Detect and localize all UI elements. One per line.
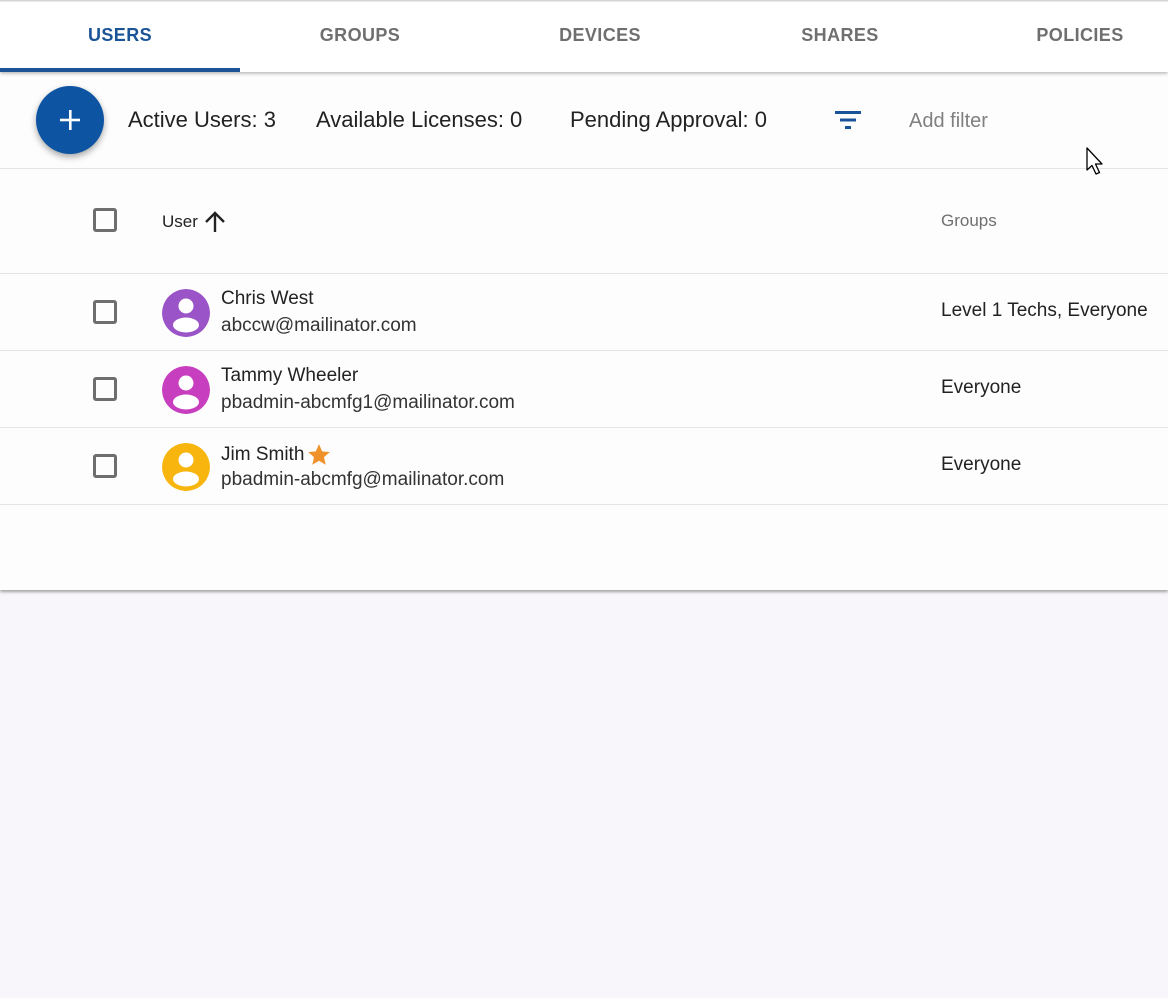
tab-bar: USERS GROUPS DEVICES SHARES POLICIES bbox=[0, 0, 1168, 72]
table-row[interactable]: Chris West abccw@mailinator.com Level 1 … bbox=[0, 274, 1168, 351]
user-avatar-icon bbox=[162, 289, 210, 337]
avatar bbox=[162, 289, 210, 337]
tab-users[interactable]: USERS bbox=[0, 0, 240, 72]
add-user-button[interactable] bbox=[36, 86, 104, 154]
user-email: abccw@mailinator.com bbox=[221, 315, 417, 336]
user-name-text: Tammy Wheeler bbox=[221, 365, 359, 386]
user-groups: Everyone bbox=[941, 454, 1022, 475]
user-name-text: Jim Smith bbox=[221, 444, 305, 465]
mouse-cursor-icon bbox=[1086, 147, 1103, 175]
pending-approval-count: Pending Approval: 0 bbox=[570, 107, 767, 132]
table-row[interactable]: Jim Smith pbadmin-abcmfg@mailinator.com … bbox=[0, 428, 1168, 505]
table-row[interactable]: Tammy Wheeler pbadmin-abcmfg1@mailinator… bbox=[0, 351, 1168, 428]
user-email: pbadmin-abcmfg1@mailinator.com bbox=[221, 392, 515, 413]
add-filter-input[interactable]: Add filter bbox=[909, 108, 988, 134]
user-groups: Level 1 Techs, Everyone bbox=[941, 300, 1148, 321]
tab-groups[interactable]: GROUPS bbox=[240, 0, 480, 72]
user-name-text: Chris West bbox=[221, 288, 314, 309]
row-checkbox[interactable] bbox=[93, 300, 117, 324]
groups-column-header[interactable]: Groups bbox=[941, 211, 997, 231]
user-name: Tammy Wheeler bbox=[221, 365, 358, 387]
user-email: pbadmin-abcmfg@mailinator.com bbox=[221, 469, 505, 490]
user-name: Chris West bbox=[221, 288, 314, 310]
active-tab-indicator bbox=[0, 68, 240, 72]
arrow-up-icon bbox=[205, 211, 225, 232]
user-avatar-icon bbox=[162, 443, 210, 491]
row-checkbox[interactable] bbox=[93, 454, 117, 478]
user-avatar-icon bbox=[162, 366, 210, 414]
user-groups: Everyone bbox=[941, 377, 1022, 398]
tab-policies[interactable]: POLICIES bbox=[960, 0, 1168, 72]
row-checkbox[interactable] bbox=[93, 377, 117, 401]
plus-icon bbox=[60, 110, 80, 130]
users-panel: USERS GROUPS DEVICES SHARES POLICIES Act… bbox=[0, 0, 1168, 590]
tab-devices[interactable]: DEVICES bbox=[480, 0, 720, 72]
select-all-checkbox[interactable] bbox=[93, 208, 117, 232]
users-toolbar: Active Users: 3 Available Licenses: 0 Pe… bbox=[0, 72, 1168, 169]
user-column-header[interactable]: User bbox=[162, 209, 228, 235]
active-users-count: Active Users: 3 bbox=[128, 107, 276, 132]
user-column-label: User bbox=[162, 212, 198, 231]
avatar bbox=[162, 366, 210, 414]
tab-shares[interactable]: SHARES bbox=[720, 0, 960, 72]
filter-icon[interactable] bbox=[832, 108, 866, 132]
table-header: User Groups bbox=[0, 169, 1168, 274]
avatar bbox=[162, 443, 210, 491]
available-licenses-count: Available Licenses: 0 bbox=[316, 107, 523, 132]
star-icon bbox=[308, 444, 331, 465]
user-name: Jim Smith bbox=[221, 442, 332, 468]
